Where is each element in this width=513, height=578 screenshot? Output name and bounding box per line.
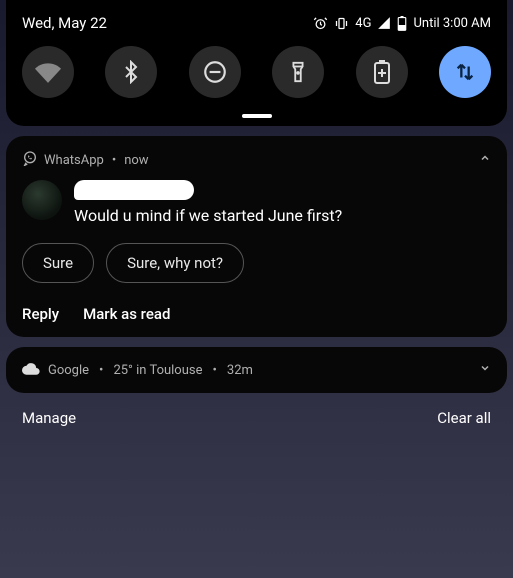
smart-reply-chip[interactable]: Sure, why not? (106, 243, 244, 283)
cloud-icon (22, 361, 40, 379)
google-weather-notification[interactable]: Google • 25° in Toulouse • 32m (6, 347, 507, 393)
battery-icon (397, 16, 407, 31)
reply-button[interactable]: Reply (22, 305, 59, 323)
alarm-icon (313, 16, 328, 31)
notification-actions: Reply Mark as read (22, 305, 491, 323)
notification-header: WhatsApp • now (22, 150, 491, 170)
whatsapp-icon (22, 150, 38, 170)
status-icons: 4G Until 3:00 AM (313, 16, 491, 31)
qs-flashlight-tile[interactable] (272, 46, 324, 98)
separator-dot: • (99, 363, 103, 378)
vibrate-icon (334, 16, 349, 31)
qs-data-swap-tile[interactable] (439, 46, 491, 98)
qs-dnd-tile[interactable] (189, 46, 241, 98)
weather-app-name: Google (48, 363, 89, 378)
expand-icon[interactable] (479, 362, 491, 378)
shade-footer: Manage Clear all (0, 393, 513, 427)
whatsapp-notification[interactable]: WhatsApp • now Would u mind if we starte… (6, 136, 507, 337)
manage-button[interactable]: Manage (22, 409, 76, 427)
notification-shade: Wed, May 22 4G Until 3:00 AM (6, 0, 507, 126)
notification-message: Would u mind if we started June first? (74, 206, 342, 225)
network-label: 4G (355, 16, 371, 31)
avatar (22, 180, 62, 220)
qs-bluetooth-tile[interactable] (105, 46, 157, 98)
qs-battery-saver-tile[interactable] (356, 46, 408, 98)
notification-body: Would u mind if we started June first? (22, 180, 491, 225)
swap-icon (454, 61, 476, 83)
dnd-icon (202, 59, 228, 85)
mark-as-read-button[interactable]: Mark as read (83, 305, 170, 323)
notification-app-name: WhatsApp (44, 153, 104, 168)
signal-icon (377, 16, 391, 30)
qs-wifi-tile[interactable] (22, 46, 74, 98)
sender-name-redacted (74, 180, 194, 200)
quick-settings-row (16, 42, 497, 104)
flashlight-icon (287, 59, 309, 85)
shade-drag-handle[interactable] (242, 114, 272, 118)
status-date: Wed, May 22 (22, 14, 107, 32)
weather-summary: 25° in Toulouse (113, 363, 202, 378)
status-bar: Wed, May 22 4G Until 3:00 AM (16, 12, 497, 42)
battery-saver-icon (373, 59, 391, 85)
separator-dot: • (112, 153, 116, 168)
collapse-icon[interactable] (479, 152, 491, 168)
wifi-icon (35, 59, 61, 85)
separator-dot: • (213, 363, 217, 378)
weather-age: 32m (227, 363, 253, 378)
smart-reply-chip[interactable]: Sure (22, 243, 94, 283)
dnd-until-label: Until 3:00 AM (413, 16, 491, 31)
smart-reply-row: Sure Sure, why not? (22, 243, 491, 283)
bluetooth-icon (119, 60, 143, 84)
notification-time: now (124, 153, 148, 168)
clear-all-button[interactable]: Clear all (437, 409, 491, 427)
